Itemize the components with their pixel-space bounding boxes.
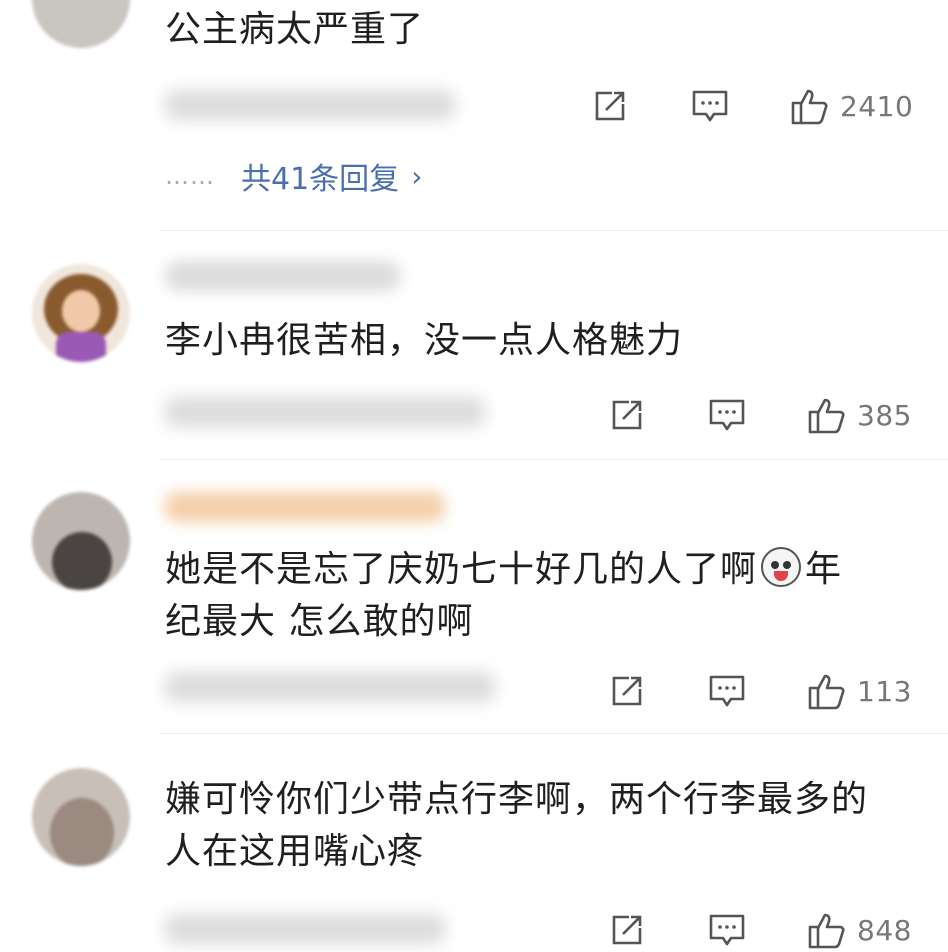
thumbs-up-icon: [791, 89, 828, 125]
avatar[interactable]: [32, 492, 130, 590]
like-count: 2410: [840, 89, 914, 123]
comment-text: 李小冉很苦相，没一点人格魅力: [165, 320, 684, 361]
comment-4: 嫌可怜你们少带点行李啊，两个行李最多的 人在这用嘴心疼 848: [0, 734, 948, 951]
husky-tongue-emoji: [761, 547, 802, 587]
view-replies-link[interactable]: …… 共41条回复 ›: [165, 152, 422, 200]
comment-text-line1: 她是不是忘了庆奶七十好几的人了啊: [165, 549, 758, 590]
like-count: 385: [857, 398, 912, 432]
share-button[interactable]: [609, 669, 645, 713]
comment-actions: 113: [0, 669, 948, 713]
comment-text-line2: 纪最大 怎么敢的啊: [165, 601, 474, 642]
reply-button[interactable]: [708, 908, 746, 952]
share-icon: [612, 676, 642, 706]
share-button[interactable]: [592, 84, 628, 128]
thumbs-up-icon: [808, 398, 845, 434]
replies-label: 共41条回复: [241, 162, 400, 197]
avatar[interactable]: [32, 264, 130, 362]
chevron-right-icon: ›: [411, 159, 423, 193]
comment-text: 公主病太严重了: [165, 9, 425, 50]
reply-button[interactable]: [708, 669, 746, 713]
like-count: 848: [857, 913, 912, 947]
comment-icon: [709, 399, 745, 431]
comment-text-line2: 人在这用嘴心疼: [165, 831, 425, 872]
comment-text: 嫌可怜你们少带点行李啊，两个行李最多的 人在这用嘴心疼: [165, 774, 925, 878]
username[interactable]: [165, 492, 445, 522]
share-button[interactable]: [609, 908, 645, 952]
avatar[interactable]: [32, 0, 130, 48]
share-icon: [595, 91, 625, 121]
comment-text-line1: 嫌可怜你们少带点行李啊，两个行李最多的: [165, 779, 869, 820]
like-button[interactable]: 113: [807, 669, 912, 713]
replies-dots: ……: [165, 162, 215, 190]
comment-icon: [709, 914, 745, 946]
share-button[interactable]: [609, 393, 645, 437]
comment-icon: [709, 675, 745, 707]
comment-actions: 2410: [0, 84, 948, 128]
like-button[interactable]: 385: [807, 393, 912, 437]
comment-text: 她是不是忘了庆奶七十好几的人了啊 年 纪最大 怎么敢的啊: [165, 544, 925, 648]
share-icon: [612, 915, 642, 945]
comment-actions: 848: [0, 908, 948, 952]
like-count: 113: [857, 674, 912, 708]
comment-2: 李小冉很苦相，没一点人格魅力 385: [0, 231, 948, 459]
like-button[interactable]: 848: [807, 908, 912, 952]
share-icon: [612, 400, 642, 430]
comment-3: 她是不是忘了庆奶七十好几的人了啊 年 纪最大 怎么敢的啊 113: [0, 460, 948, 733]
reply-button[interactable]: [708, 393, 746, 437]
avatar[interactable]: [32, 768, 130, 866]
reply-button[interactable]: [691, 84, 729, 128]
comment-text-line1-tail: 年: [805, 549, 843, 590]
comment-actions: 385: [0, 393, 948, 437]
username[interactable]: [165, 261, 400, 291]
comment-icon: [692, 90, 728, 122]
comment-1: 公主病太严重了 2410 …… 共41条回复 ›: [0, 0, 948, 230]
thumbs-up-icon: [808, 913, 845, 949]
like-button[interactable]: 2410: [790, 84, 913, 128]
thumbs-up-icon: [808, 674, 845, 710]
